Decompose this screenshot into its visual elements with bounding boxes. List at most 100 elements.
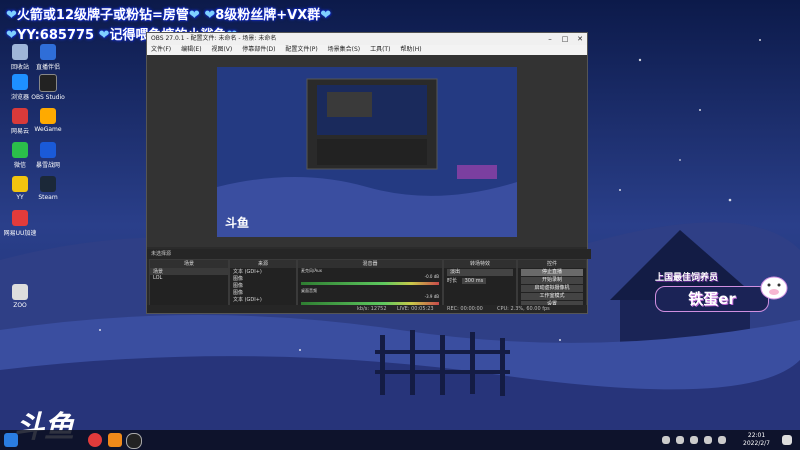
overlay-line2a-text: YY:685775 [16, 28, 95, 43]
obs-titlebar[interactable]: OBS 27.0.1 - 配置文件: 未命名 - 场景: 未命名 – □ ✕ [147, 33, 587, 45]
menu-help[interactable]: 帮助(H) [400, 46, 421, 53]
menu-scene-collection[interactable]: 场景集合(S) [328, 46, 361, 53]
heart-icon: ❤ [6, 8, 17, 23]
desktop-icon[interactable]: 直播伴侣 [28, 44, 68, 71]
desktop-icon-label: OBS Studio [31, 94, 65, 101]
app-icon [40, 44, 56, 60]
menu-profile[interactable]: 配置文件(P) [285, 46, 317, 53]
mixer-track-db: -3.9 dB [424, 294, 439, 299]
desktop-icon[interactable]: OBS Studio [28, 74, 68, 101]
source-item[interactable]: 图像 [230, 275, 296, 282]
app-icon [12, 44, 28, 60]
app-icon [12, 74, 28, 90]
app-icon [12, 176, 28, 192]
sources-dock-title: 来源 [230, 260, 296, 268]
source-item[interactable]: 图像 [230, 289, 296, 296]
start-virtual-camera-button[interactable]: 启动虚拟摄像机 [521, 285, 583, 292]
controls-dock-title: 控件 [518, 260, 586, 268]
desktop-icon-label: 回收站 [10, 64, 29, 71]
desktop-icon-label: WeGame [34, 126, 62, 133]
maximize-icon[interactable]: □ [558, 33, 572, 45]
tray-icon[interactable] [690, 436, 698, 444]
mixer-track-db: -0.0 dB [424, 274, 439, 279]
taskbar-clock[interactable]: 22:01 2022/2/7 [743, 432, 770, 448]
desktop-icon-label: 浏览器 [10, 94, 29, 101]
source-item[interactable]: 文本 (GDI+) [230, 268, 296, 275]
desktop-icon[interactable]: WeGame [28, 108, 68, 133]
desktop-icon-label: ZOO [13, 302, 27, 309]
duration-label: 时长 [447, 278, 458, 284]
desktop-icon[interactable]: 暴雪战网 [28, 142, 68, 169]
menu-edit[interactable]: 编辑(E) [181, 46, 201, 53]
tray-icon[interactable] [662, 436, 670, 444]
network-icon[interactable] [704, 436, 712, 444]
nested-desktop-preview: 斗鱼 [217, 67, 517, 237]
volume-icon[interactable] [718, 436, 726, 444]
obs-menubar: 文件(F) 编辑(E) 视图(V) 停靠部件(D) 配置文件(P) 场景集合(S… [147, 45, 587, 55]
app-icon [12, 108, 28, 124]
scene-item[interactable]: 场景 [150, 268, 228, 275]
menu-view[interactable]: 视图(V) [211, 46, 232, 53]
source-item[interactable]: 图像 [230, 282, 296, 289]
desktop-icon-label: 暴雪战网 [35, 162, 60, 169]
transitions-dock-title: 转场特效 [444, 260, 516, 268]
source-toolbar-label: 未选择源 [151, 251, 172, 257]
scene-item[interactable]: LOL [150, 275, 228, 281]
obs-window[interactable]: OBS 27.0.1 - 配置文件: 未命名 - 场景: 未命名 – □ ✕ 文… [146, 32, 591, 314]
audio-meter [301, 282, 439, 285]
menu-file[interactable]: 文件(F) [151, 46, 171, 53]
pig-icon [760, 276, 788, 300]
preview-douyu-logo: 斗鱼 [225, 215, 249, 230]
overlay-line1b-text: 8级粉丝牌+VX群 [215, 8, 321, 23]
app-icon [12, 210, 28, 226]
transition-duration-row: 时长 300 ms [444, 277, 516, 284]
notification-icon[interactable] [782, 435, 792, 445]
overlay-text-line1: ❤火箭或12级牌子或粉钻=房管❤ ❤8级粉丝牌+VX群❤ [6, 4, 331, 23]
clock-date: 2022/2/7 [743, 440, 770, 447]
douyu-app-icon[interactable] [108, 433, 122, 447]
start-recording-button[interactable]: 开始录制 [521, 277, 583, 284]
scenes-dock-title: 场景 [150, 260, 228, 268]
desktop-icon[interactable]: Steam [28, 176, 68, 201]
badge-plate: 铁蛋er [655, 286, 769, 312]
desktop-icon-label: Steam [38, 194, 58, 201]
transition-select[interactable]: 淡出 [447, 269, 513, 276]
obs-statusbar: LIVE: 00:05:23 REC: 00:00:00 CPU: 2.3%, … [147, 305, 587, 313]
preview-canvas: 斗鱼 [217, 67, 517, 237]
kbps-status: kb/s: 12752 [357, 306, 387, 312]
heart-icon: ❤ [98, 28, 110, 43]
app-icon [40, 142, 56, 158]
app-icon [39, 74, 57, 92]
source-item[interactable]: 文本 (GDI+) [230, 296, 296, 303]
minimize-icon[interactable]: – [543, 33, 557, 45]
desktop-icon-label: 直播伴侣 [35, 64, 60, 71]
heart-icon: ❤ [6, 28, 17, 43]
desktop-icon-label: 网易云 [10, 128, 29, 135]
overlay-line1-text: 火箭或12级牌子或粉钻=房管 [16, 8, 189, 23]
badge-title: 上国最佳饲养员 [655, 273, 719, 283]
start-icon[interactable] [4, 433, 18, 447]
obs-title: OBS 27.0.1 - 配置文件: 未命名 - 场景: 未命名 [151, 35, 277, 42]
streamer-badge: 上国最佳饲养员 铁蛋er [655, 270, 790, 315]
desktop-icon[interactable]: ZOO [0, 284, 40, 309]
obs-taskbar-icon[interactable] [126, 433, 142, 449]
rec-status: REC: 00:00:00 [447, 306, 483, 312]
menu-docks[interactable]: 停靠部件(D) [242, 46, 275, 53]
studio-mode-button[interactable]: 工作室模式 [521, 293, 583, 300]
heart-icon: ❤ [320, 8, 332, 23]
obs-preview[interactable]: 斗鱼 [147, 55, 587, 247]
taskbar: 22:01 2022/2/7 [0, 430, 800, 450]
heart-icon: ❤ [188, 8, 200, 23]
app-icon [40, 176, 56, 192]
source-toolbar: 未选择源 [147, 249, 591, 259]
close-icon[interactable]: ✕ [573, 33, 587, 45]
netease-music-icon[interactable] [88, 433, 102, 447]
cpu-status: CPU: 2.3%, 60.00 fps [497, 306, 550, 312]
obs-docks: 未选择源 场景 场景 LOL 来源 文本 (GDI+) 图像 图像 图像 文本 … [147, 249, 591, 313]
stop-streaming-button[interactable]: 停止直播 [521, 269, 583, 276]
desktop-icon[interactable]: 网易UU加速 [0, 210, 40, 237]
app-icon [12, 142, 28, 158]
tray-icon[interactable] [676, 436, 684, 444]
duration-input[interactable]: 300 ms [461, 278, 487, 284]
menu-tools[interactable]: 工具(T) [370, 46, 390, 53]
